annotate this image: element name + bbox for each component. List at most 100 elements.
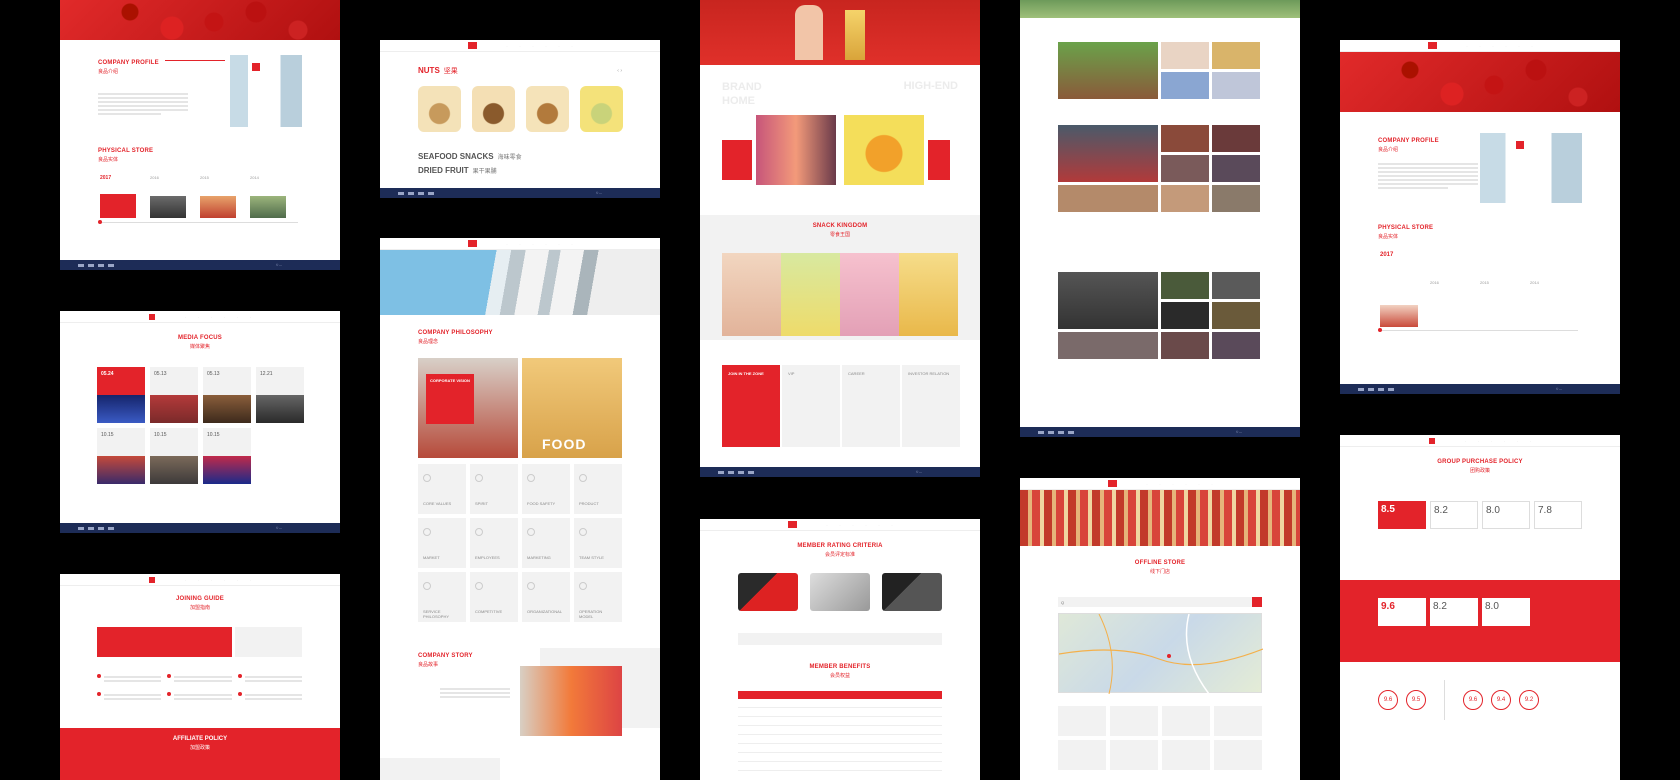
logo[interactable] (149, 576, 155, 583)
logo[interactable] (1107, 480, 1117, 487)
guide-card-active[interactable] (97, 627, 232, 657)
news-card[interactable]: 10.15 (203, 428, 251, 484)
news-card[interactable]: 12.21 (256, 367, 304, 423)
gallery-image[interactable] (1161, 185, 1209, 212)
feature-image-left[interactable] (756, 115, 836, 185)
product-card[interactable] (418, 86, 461, 132)
philosophy-tile[interactable]: PRODUCT (574, 464, 622, 514)
feature-side-card-right[interactable] (928, 140, 950, 180)
news-card[interactable]: 10.15 (150, 428, 198, 484)
zone-tile-investor[interactable]: INVESTOR RELATION (902, 365, 960, 447)
store-card[interactable] (1162, 706, 1210, 736)
gallery-image[interactable] (1212, 302, 1260, 329)
product-card[interactable] (580, 86, 623, 132)
gallery-image[interactable] (1212, 155, 1260, 182)
zone-tile-career[interactable]: CAREER (842, 365, 900, 447)
gallery-image[interactable] (1161, 272, 1209, 299)
member-card-black[interactable] (882, 573, 942, 611)
store-card[interactable] (1110, 706, 1158, 736)
gallery-image[interactable] (1161, 72, 1209, 99)
logo[interactable] (149, 313, 155, 320)
gallery-image[interactable] (1212, 272, 1260, 299)
philosophy-tile[interactable]: FOOD SAFETY (522, 464, 570, 514)
discount-card[interactable]: 7.8 (1534, 501, 1582, 529)
rating-circle[interactable]: 9.6 (1463, 690, 1483, 710)
feature-side-card-left[interactable] (722, 140, 752, 180)
philosophy-tile[interactable]: COMPETITIVE (470, 572, 518, 622)
member-card-silver[interactable] (810, 573, 870, 611)
logo[interactable] (467, 240, 477, 247)
search-icon[interactable] (1252, 597, 1262, 607)
philosophy-tile[interactable]: TEAM STYLE (574, 518, 622, 568)
news-card[interactable]: 05.13 (203, 367, 251, 423)
gallery-image[interactable] (1161, 125, 1209, 152)
logo[interactable] (467, 42, 477, 49)
product-card[interactable] (526, 86, 569, 132)
philosophy-tile[interactable]: SERVICE PHILOSOPHY (418, 572, 466, 622)
timeline-image[interactable] (150, 196, 186, 218)
feature-image-right[interactable] (844, 115, 924, 185)
zone-tile-join[interactable]: JOIN IN THE ZONE (722, 365, 780, 447)
discount-card[interactable]: 8.5 (1378, 501, 1426, 529)
philosophy-tile[interactable]: CORE VALUES (418, 464, 466, 514)
gallery-image[interactable] (1058, 42, 1158, 99)
gallery-image[interactable] (1161, 42, 1209, 69)
logo[interactable] (787, 521, 797, 528)
gallery-image[interactable] (1212, 72, 1260, 99)
gallery-image[interactable] (1058, 125, 1158, 182)
philosophy-tile[interactable]: SPIRIT (470, 464, 518, 514)
kingdom-tile[interactable] (899, 253, 958, 336)
timeline-image[interactable] (1380, 305, 1418, 327)
gallery-image[interactable] (1058, 332, 1158, 359)
rating-circle[interactable]: 9.4 (1491, 690, 1511, 710)
store-card[interactable] (1214, 740, 1262, 770)
seafood-snacks[interactable]: SEAFOOD SNACKS (418, 152, 494, 161)
news-card[interactable]: 10.15 (97, 428, 145, 484)
store-search-input[interactable] (1058, 597, 1252, 607)
gallery-image[interactable] (1212, 332, 1260, 359)
member-card-red[interactable] (738, 573, 798, 611)
vision-card[interactable]: CORPORATE VISION (418, 358, 518, 458)
timeline-image[interactable] (250, 196, 286, 218)
news-card[interactable]: 05.13 (150, 367, 198, 423)
philosophy-tile[interactable]: MARKETING (522, 518, 570, 568)
product-card[interactable] (472, 86, 515, 132)
rating-circle[interactable]: 9.5 (1406, 690, 1426, 710)
discount-card[interactable]: 9.6 (1378, 598, 1426, 626)
philosophy-tile[interactable]: MARKET (418, 518, 466, 568)
kingdom-tile[interactable] (840, 253, 899, 336)
timeline-dot[interactable] (98, 220, 102, 224)
gallery-image[interactable] (1161, 155, 1209, 182)
gallery-image[interactable] (1212, 42, 1260, 69)
store-card[interactable] (1058, 740, 1106, 770)
logo[interactable] (1427, 42, 1437, 49)
store-card[interactable] (1162, 740, 1210, 770)
guide-card[interactable] (235, 627, 302, 657)
philosophy-tile[interactable]: EMPLOYEES (470, 518, 518, 568)
zone-tile-vip[interactable]: VIP (782, 365, 840, 447)
discount-card[interactable]: 8.0 (1482, 598, 1530, 626)
logo[interactable] (1429, 437, 1435, 444)
kingdom-tile[interactable] (722, 253, 781, 336)
story-image[interactable] (520, 666, 622, 736)
discount-card[interactable]: 8.2 (1430, 501, 1478, 529)
food-card[interactable]: FOOD (522, 358, 622, 458)
discount-card[interactable]: 8.2 (1430, 598, 1478, 626)
gallery-image[interactable] (1161, 302, 1209, 329)
kingdom-tile[interactable] (781, 253, 840, 336)
gallery-image[interactable] (1058, 272, 1158, 329)
discount-card[interactable]: 8.0 (1482, 501, 1530, 529)
philosophy-tile[interactable]: OPERATION MODEL (574, 572, 622, 622)
timeline-image[interactable] (100, 194, 136, 218)
carousel-arrows[interactable]: ‹ › (617, 68, 622, 74)
news-card[interactable]: 05.24 (97, 367, 145, 423)
gallery-image[interactable] (1212, 125, 1260, 152)
timeline-dot[interactable] (1378, 328, 1382, 332)
rating-circle[interactable]: 9.2 (1519, 690, 1539, 710)
rating-circle[interactable]: 9.6 (1378, 690, 1398, 710)
gallery-image[interactable] (1161, 332, 1209, 359)
gallery-image[interactable] (1058, 185, 1158, 212)
store-card[interactable] (1214, 706, 1262, 736)
dried-fruit[interactable]: DRIED FRUIT (418, 166, 469, 175)
store-card[interactable] (1058, 706, 1106, 736)
